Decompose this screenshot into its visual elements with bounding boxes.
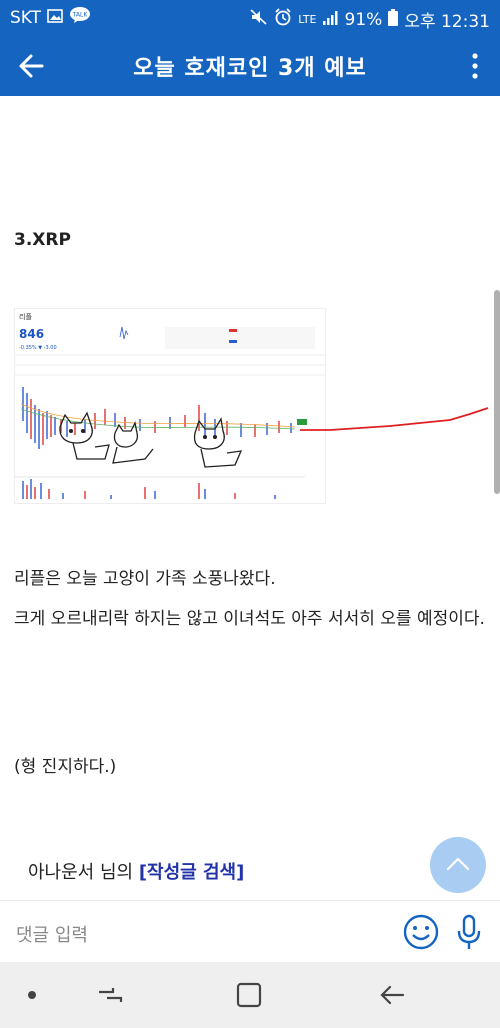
page-title: 오늘 호재코인 3개 예보 [133,56,367,81]
battery-percent: 91% [344,9,383,30]
home-button[interactable] [232,978,266,1012]
carrier-label: SKT [10,7,42,28]
chart-screenshot-image: 리플 846 -0.35% ▼ -3.00 [14,308,326,504]
more-options-button[interactable] [460,48,490,84]
arrow-left-icon [19,54,44,78]
comment-bar: 댓글 입력 [0,900,500,963]
recent-apps-icon [99,988,123,1002]
post-paragraph-1: 리플은 오늘 고양이 가족 소풍나왔다. [14,569,276,589]
post-paragraph-3: (형 진지하다.) [14,757,117,777]
home-square-icon [236,982,262,1008]
battery-icon [388,8,399,31]
scrollbar-thumb[interactable] [494,290,500,494]
microphone-icon [457,914,481,949]
search-posts-link[interactable]: [작성글 검색] [139,862,245,883]
recent-apps-button[interactable] [93,978,127,1012]
clock-label: 오후 12:31 [404,12,490,32]
talk-icon: TALK [69,7,91,28]
nav-dot-button[interactable] [15,978,49,1012]
smiley-icon [403,914,439,950]
author-prefix: 아나운서 님의 [28,862,139,883]
nav-back-button[interactable] [375,978,409,1012]
post-paragraph-2: 크게 오르내리락 하지는 않고 이녀석도 아주 서서히 오를 예정이다. [14,609,485,629]
forecast-line-drawing [300,407,489,431]
dot-icon [28,991,36,999]
status-bar: SKT TALK LTE 91% 오후 12:31 [0,0,500,34]
chart-coin-name: 리플 [19,312,32,321]
comment-input[interactable]: 댓글 입력 [16,921,88,947]
kebab-menu-icon [472,53,478,79]
emoji-button[interactable] [402,913,440,951]
back-arrow-icon [380,985,405,1005]
voice-input-button[interactable] [454,913,484,951]
image-icon [47,8,63,28]
post-content: 3.XRP 리플 846 -0.35% ▼ -3.00 [0,96,500,956]
chart-change: -0.35% ▼ -3.00 [19,345,57,351]
post-heading: 3.XRP [14,230,71,250]
system-nav-bar [0,962,500,1028]
back-button[interactable] [14,48,50,84]
network-label: LTE [298,13,317,26]
app-bar: 오늘 호재코인 3개 예보 [0,34,500,96]
mute-icon [250,9,268,30]
author-line: 아나운서 님의 [작성글 검색] [28,858,244,884]
signal-icon [322,10,339,30]
alarm-icon [274,8,292,31]
scroll-top-button[interactable] [430,837,486,893]
chart-price: 846 [19,327,44,341]
chevron-up-icon [446,857,470,871]
talk-icon-label: TALK [72,12,89,19]
